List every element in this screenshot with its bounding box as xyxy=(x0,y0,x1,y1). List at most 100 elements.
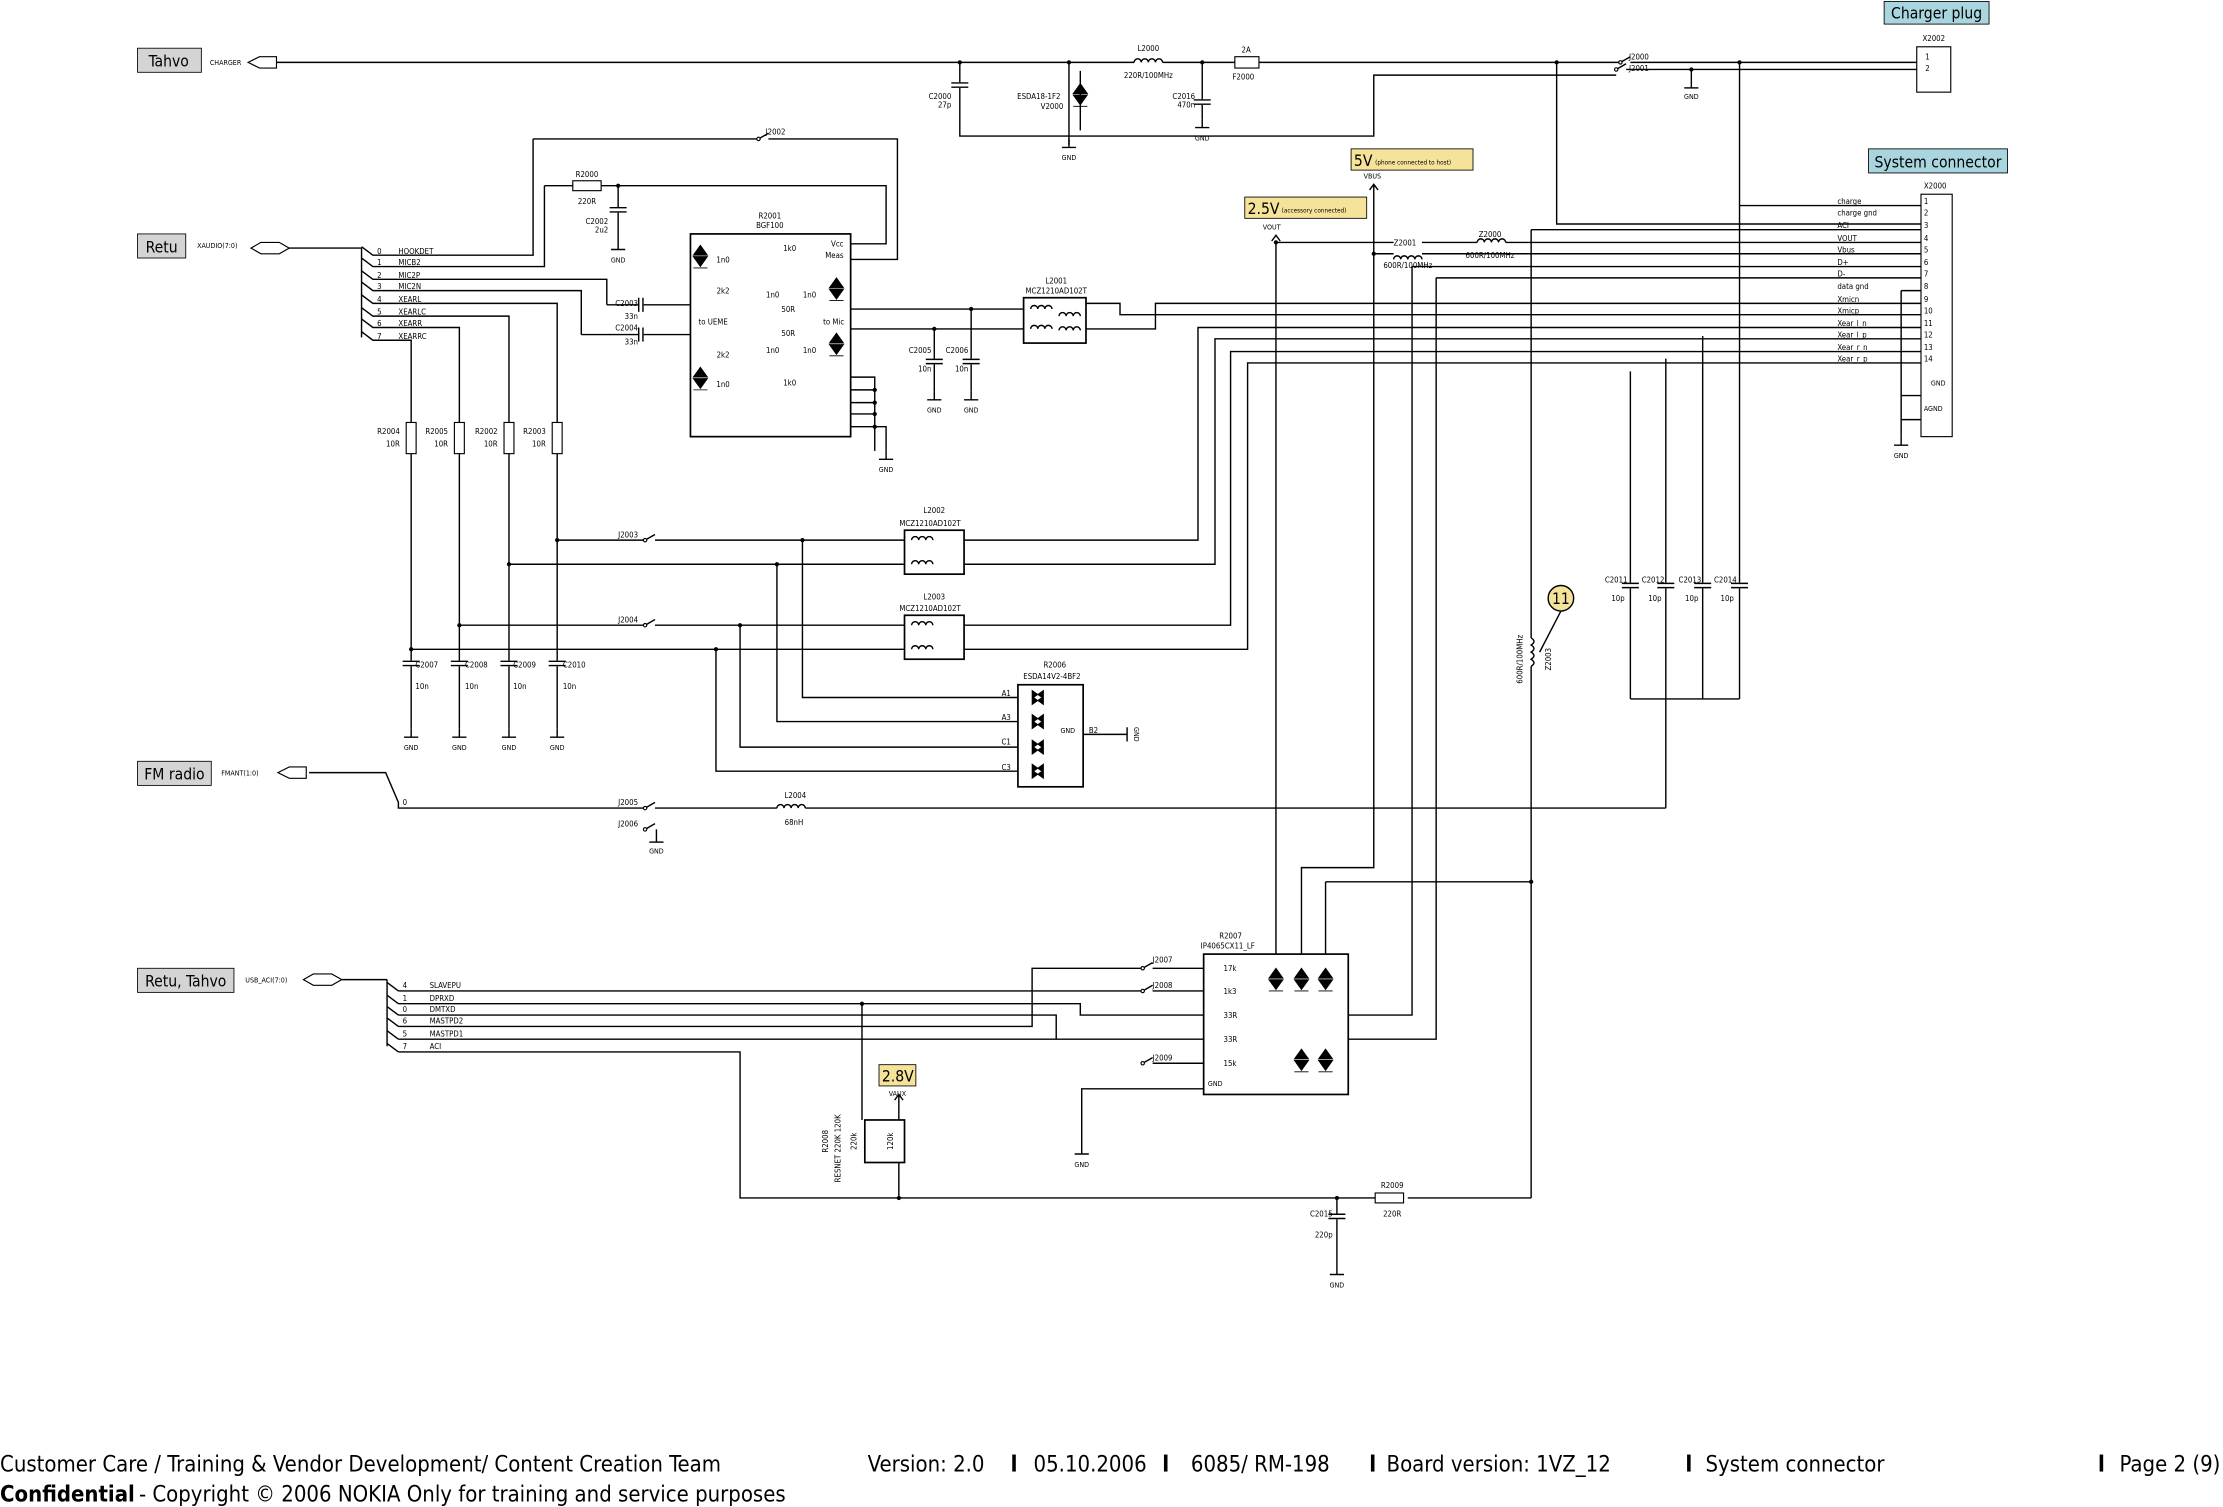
r2009-value-label: 220R xyxy=(1383,1209,1401,1218)
z2003-value-label: 600R/100MHz xyxy=(1516,634,1525,683)
c2000-value-label: 27p xyxy=(938,101,952,110)
r2001-r50-label: 50R xyxy=(781,329,795,338)
footer-team: Customer Care / Training & Vendor Develo… xyxy=(0,1453,721,1478)
usb-line xyxy=(386,1005,399,1016)
r2004-resistor xyxy=(405,421,417,455)
xaudio-pin-number: 6 xyxy=(377,319,382,328)
r2006-ref-label: R2006 xyxy=(1043,661,1066,670)
xaudio-line xyxy=(361,307,510,423)
c2000-capacitor xyxy=(951,82,969,88)
r2007-r33b-label: 33R xyxy=(1223,1035,1237,1044)
junction-dot xyxy=(409,647,414,652)
r2009-ref-label: R2009 xyxy=(1381,1181,1404,1190)
gnd-label: GND xyxy=(550,743,565,752)
jumper-pad xyxy=(756,136,761,142)
x2002-pin-number: 1 xyxy=(1925,53,1929,62)
xaudio-pin-number: 1 xyxy=(377,258,381,267)
c2005-capacitor xyxy=(925,358,943,365)
x2000-pin-number: 13 xyxy=(1924,343,1933,352)
usb-line xyxy=(386,1017,399,1027)
r2001-r1k0-label: 1k0 xyxy=(783,379,796,388)
v2000-net xyxy=(1068,62,1082,145)
c2010-ref-label: C2010 xyxy=(563,661,586,670)
gnd-label: GND xyxy=(964,406,979,415)
xaudio-pin-name: MIC2P xyxy=(398,271,420,280)
gnd-label: GND xyxy=(1132,727,1141,742)
x2000-pin-number: 9 xyxy=(1924,295,1928,304)
charger-gnd-net xyxy=(959,62,1931,137)
xaudio-net-label: XAUDIO(7:0) xyxy=(197,241,237,250)
c2003-capacitor xyxy=(637,297,644,312)
data-nets xyxy=(1348,265,1936,1040)
gnd-label: GND xyxy=(1195,133,1210,142)
r2006-a3-label: A3 xyxy=(1002,713,1011,722)
x2000-pin-name: D- xyxy=(1837,269,1845,278)
r2001-r50-label: 50R xyxy=(781,305,795,314)
usb-pin-name: DPRXD xyxy=(430,994,455,1003)
j2006-ref-label: J2006 xyxy=(617,820,638,829)
xaudio-line xyxy=(361,138,534,256)
r2007-r1k3-label: 1k3 xyxy=(1223,987,1236,996)
z2003-ref-label: Z2003 xyxy=(1544,648,1553,671)
gnd-pin-label: GND xyxy=(1931,379,1946,388)
gnd-label: GND xyxy=(1894,451,1909,460)
junction-dot xyxy=(969,306,974,312)
x2000-pin-number: 11 xyxy=(1924,319,1933,328)
r2000-ref-label: R2000 xyxy=(576,170,599,179)
z2001-ferrite xyxy=(1392,255,1423,260)
agnd-pin-label: AGND xyxy=(1924,404,1943,413)
x2000-pin-name: VOUT xyxy=(1837,234,1857,243)
junction-dot xyxy=(1554,60,1559,65)
junction-dot xyxy=(1371,251,1376,256)
ground-icon xyxy=(1061,138,1077,149)
c2004-capacitor xyxy=(637,327,644,342)
x2000-pin-name: Xear_l_n xyxy=(1837,319,1866,328)
x2000-pin-number: 4 xyxy=(1924,234,1929,243)
r2007-ref-label: R2007 xyxy=(1219,932,1242,941)
schematic: GND GND GND CHARGER GND GND GND GND GND GND GND GND… xyxy=(0,0,2220,1507)
ground-icon xyxy=(1894,436,1909,446)
r2001-r1k0-label: 1k0 xyxy=(783,244,796,253)
l2003-ref-label: L2003 xyxy=(923,593,945,602)
x2000-pin-name: Xmicn xyxy=(1837,295,1859,304)
xaudio-pin-name: XEARRC xyxy=(398,332,426,341)
junction-dot xyxy=(872,400,877,405)
xear-nets xyxy=(964,326,1936,651)
block-label-tahvo: Tahvo xyxy=(148,53,189,71)
r2005-value-label: 10R xyxy=(434,440,448,449)
j2007-ref-label: J2007 xyxy=(1152,956,1173,965)
r2009-resistor xyxy=(1374,1192,1405,1204)
gnd-label: GND xyxy=(1330,1280,1345,1289)
junction-dot xyxy=(957,60,962,65)
r2001-c1n0-label: 1n0 xyxy=(716,380,729,389)
footer-version: Version: 2.0 xyxy=(868,1453,985,1478)
x2000-connector xyxy=(1920,193,1953,438)
c2006-ref-label: C2006 xyxy=(946,346,969,355)
c2004-value-label: 33n xyxy=(625,337,638,346)
tag-2-5v-note: (accessory connected) xyxy=(1282,207,1347,215)
r2000-resistor xyxy=(572,180,602,192)
x2000-pin-number: 6 xyxy=(1924,258,1929,267)
c2004-ref-label: C2004 xyxy=(615,323,638,332)
c2006-capacitor xyxy=(962,358,980,365)
tag-2-5v-label: 2.5V xyxy=(1248,200,1280,218)
fm-pin-number: 0 xyxy=(403,798,407,807)
jumper-pad xyxy=(642,827,648,832)
x2000-ref-label: X2000 xyxy=(1924,182,1947,191)
xaudio-pin-name: XEARR xyxy=(398,319,422,328)
r2001-r2k2-label: 2k2 xyxy=(717,286,730,295)
x2000-pin-number: 2 xyxy=(1924,208,1928,217)
z2001-ref-label: Z2001 xyxy=(1394,238,1417,247)
footer-page: Page 2 (9) xyxy=(2119,1453,2220,1478)
c2002-capacitor xyxy=(609,206,627,213)
footer-separator xyxy=(2099,1454,2104,1472)
c2010-value-label: 10n xyxy=(563,682,576,691)
gnd-label: GND xyxy=(404,743,419,752)
junction-dot xyxy=(932,326,937,332)
jumper-pad xyxy=(1140,1060,1145,1066)
usb-pin-number: 1 xyxy=(403,994,407,1003)
c2012-value-label: 10p xyxy=(1648,594,1662,603)
ground-icon xyxy=(964,391,979,401)
x2000-pin-number: 14 xyxy=(1924,355,1933,364)
charge-nets xyxy=(1555,62,1936,225)
